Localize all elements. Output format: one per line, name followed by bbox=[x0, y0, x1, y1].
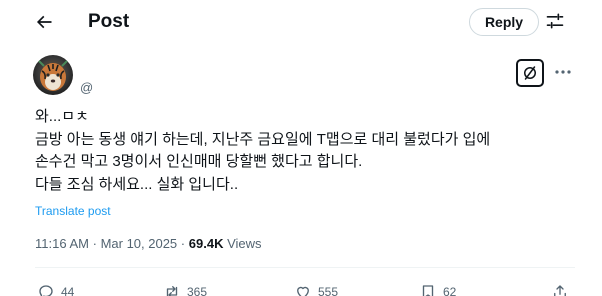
like-count: 555 bbox=[318, 285, 339, 296]
translate-post-link[interactable]: Translate post bbox=[35, 204, 111, 218]
tiger-avatar-icon bbox=[33, 55, 73, 95]
tweet-line: 금방 아는 동생 얘기 하는데, 지난주 금요일에 T맵으로 대리 불렀다가 입… bbox=[35, 130, 491, 148]
grok-icon bbox=[524, 66, 536, 80]
meta-separator: · bbox=[92, 236, 97, 251]
bookmark-action[interactable]: 62 bbox=[419, 283, 456, 296]
post-header: Post Reply bbox=[0, 0, 602, 44]
reply-count: 44 bbox=[61, 285, 75, 296]
post-date[interactable]: Mar 10, 2025 bbox=[101, 236, 178, 251]
post-meta: 11:16 AM · Mar 10, 2025 · 69.4K Views bbox=[35, 236, 262, 252]
tweet-text: 와...ㅁㅊ 금방 아는 동생 얘기 하는데, 지난주 금요일에 T맵으로 대리… bbox=[35, 106, 575, 196]
bookmark-count: 62 bbox=[443, 285, 457, 296]
views-count: 69.4K bbox=[188, 236, 224, 251]
post-time[interactable]: 11:16 AM bbox=[35, 236, 89, 251]
repost-count: 365 bbox=[187, 285, 208, 296]
repost-icon bbox=[166, 286, 178, 296]
more-icon bbox=[555, 70, 571, 74]
like-action[interactable]: 555 bbox=[294, 283, 338, 296]
bookmark-icon bbox=[422, 285, 434, 296]
adjust-button[interactable] bbox=[543, 9, 567, 33]
repost-action[interactable]: 365 bbox=[163, 283, 207, 296]
author-handle[interactable]: @ bbox=[80, 80, 93, 95]
adjust-icon bbox=[546, 13, 564, 29]
back-button[interactable] bbox=[30, 8, 58, 36]
tweet-line: 와...ㅁㅊ bbox=[35, 108, 89, 125]
arrow-left-icon bbox=[36, 15, 52, 29]
tweet-line: 다들 조심 하세요... 실화 입니다.. bbox=[35, 175, 239, 193]
post-view: Post Reply @ 와...ㅁㅊ 금방 아는 동생 얘기 하는데, 지난주… bbox=[0, 0, 602, 296]
reply-button[interactable]: Reply bbox=[469, 8, 539, 36]
reply-icon bbox=[39, 285, 53, 296]
share-icon bbox=[554, 285, 566, 296]
more-options-button[interactable] bbox=[553, 62, 573, 82]
divider bbox=[35, 267, 575, 268]
avatar[interactable] bbox=[33, 55, 73, 95]
page-title: Post bbox=[88, 11, 130, 32]
grok-button[interactable] bbox=[516, 59, 544, 87]
share-action[interactable] bbox=[551, 283, 575, 296]
reply-action[interactable]: 44 bbox=[37, 283, 74, 296]
tweet-line: 손수건 막고 3명이서 인신매매 당할뻔 했다고 합니다. bbox=[35, 153, 363, 170]
views-label: Views bbox=[227, 236, 262, 251]
heart-icon bbox=[297, 286, 309, 296]
meta-separator: · bbox=[180, 236, 186, 251]
